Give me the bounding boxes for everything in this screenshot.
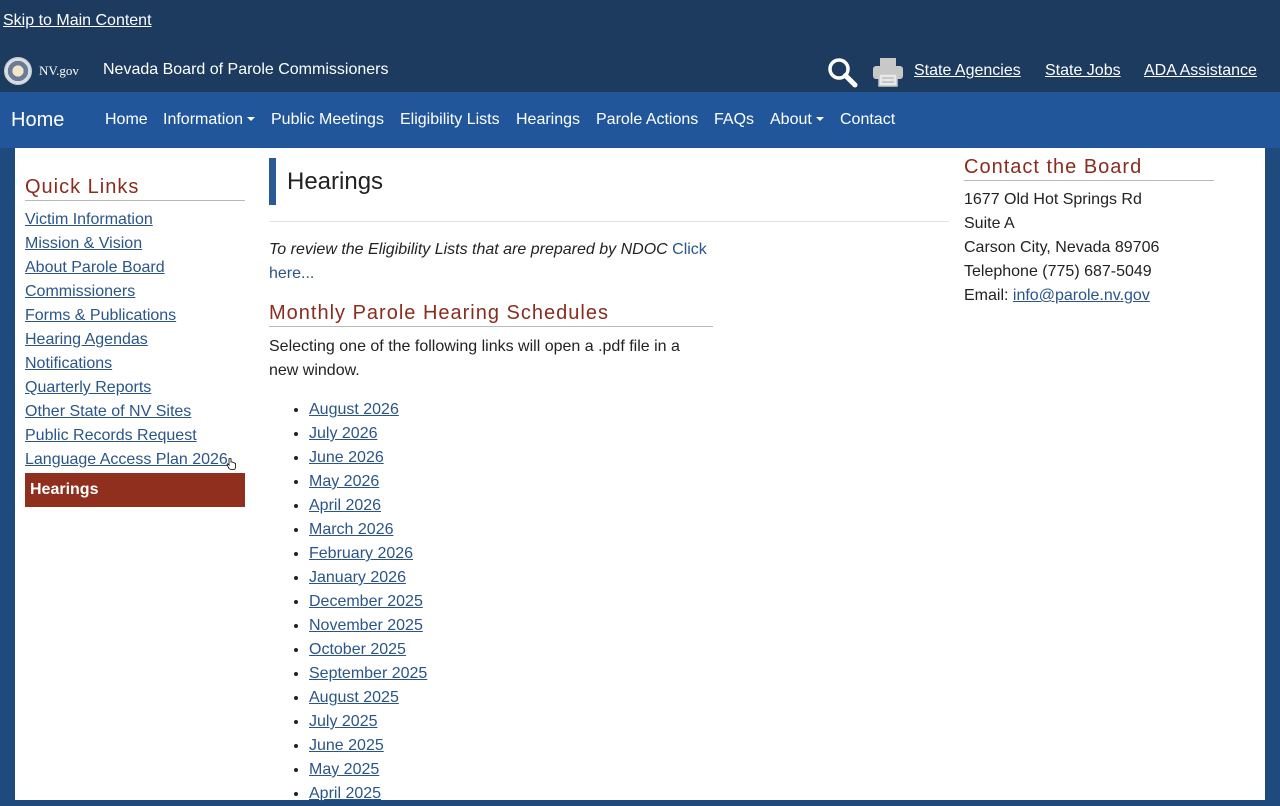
- schedule-link[interactable]: September 2025: [309, 665, 427, 682]
- contact-email-link[interactable]: info@parole.nv.gov: [1013, 287, 1150, 304]
- logo-text: NV.gov: [39, 63, 79, 78]
- list-item: April 2026: [309, 494, 427, 518]
- list-item: May 2025: [309, 758, 427, 782]
- title-divider: [269, 221, 949, 222]
- eligibility-intro: To review the Eligibility Lists that are…: [269, 238, 719, 286]
- schedule-link[interactable]: January 2026: [309, 569, 406, 586]
- schedules-description: Selecting one of the following links wil…: [269, 338, 680, 379]
- nav-faqs[interactable]: FAQs: [714, 111, 754, 129]
- nav-information-dropdown[interactable]: Information: [163, 111, 256, 129]
- nav-hearings[interactable]: Hearings: [516, 111, 580, 129]
- intro-text: To review the Eligibility Lists that are…: [269, 241, 673, 258]
- quick-link-victim-information[interactable]: Victim Information: [25, 211, 153, 229]
- quick-link-quarterly-reports[interactable]: Quarterly Reports: [25, 379, 151, 397]
- schedule-link[interactable]: February 2026: [309, 545, 413, 562]
- nevada-seal-icon: [4, 57, 32, 85]
- schedule-link[interactable]: May 2026: [309, 473, 379, 490]
- nv-gov-logo[interactable]: NV.gov: [4, 57, 79, 85]
- state-jobs-link[interactable]: State Jobs: [1045, 62, 1121, 80]
- quick-link-notifications[interactable]: Notifications: [25, 355, 112, 373]
- list-item: August 2026: [309, 398, 427, 422]
- contact-email-line: Email: info@parole.nv.gov: [964, 287, 1150, 305]
- quick-link-about-parole-board[interactable]: About Parole Board: [25, 259, 165, 277]
- schedule-link[interactable]: August 2025: [309, 689, 399, 706]
- contact-address-line2: Suite A: [964, 215, 1015, 232]
- schedule-link[interactable]: June 2025: [309, 737, 384, 754]
- schedule-link[interactable]: April 2026: [309, 497, 381, 514]
- list-item: May 2026: [309, 470, 427, 494]
- nav-contact[interactable]: Contact: [840, 111, 895, 129]
- list-item: December 2025: [309, 590, 427, 614]
- list-item: April 2025: [309, 782, 427, 806]
- schedule-link[interactable]: November 2025: [309, 617, 423, 634]
- list-item: March 2026: [309, 518, 427, 542]
- schedule-link[interactable]: July 2026: [309, 425, 378, 442]
- schedule-link[interactable]: December 2025: [309, 593, 423, 610]
- contact-city: Carson City, Nevada 89706: [964, 239, 1160, 256]
- schedule-link[interactable]: May 2025: [309, 761, 379, 778]
- quick-links-heading: Quick Links: [25, 176, 245, 201]
- ada-assistance-link[interactable]: ADA Assistance: [1144, 62, 1257, 80]
- quick-link-hearings-active[interactable]: Hearings: [25, 473, 245, 507]
- schedule-link[interactable]: March 2026: [309, 521, 394, 538]
- list-item: July 2026: [309, 422, 427, 446]
- contact-address-line1: 1677 Old Hot Springs Rd: [964, 191, 1142, 208]
- nav-about-label: About: [770, 111, 812, 128]
- nav-about-dropdown[interactable]: About: [770, 111, 824, 129]
- nav-public-meetings[interactable]: Public Meetings: [271, 111, 384, 129]
- contact-phone: Telephone (775) 687-5049: [964, 263, 1152, 280]
- nav-information-label: Information: [163, 111, 244, 128]
- quick-link-commissioners[interactable]: Commissioners: [25, 283, 135, 301]
- nav-home[interactable]: Home: [105, 111, 148, 129]
- quick-link-other-state-sites[interactable]: Other State of NV Sites: [25, 403, 191, 421]
- schedules-heading: Monthly Parole Hearing Schedules: [269, 302, 713, 327]
- print-icon[interactable]: [872, 57, 904, 87]
- contact-heading: Contact the Board: [964, 156, 1214, 181]
- list-item: February 2026: [309, 542, 427, 566]
- skip-to-main-content-link[interactable]: Skip to Main Content: [3, 12, 152, 30]
- schedule-link[interactable]: April 2025: [309, 785, 381, 802]
- quick-link-hearing-agendas[interactable]: Hearing Agendas: [25, 331, 148, 349]
- schedule-list: August 2026 July 2026 June 2026 May 2026…: [269, 398, 427, 806]
- list-item: June 2026: [309, 446, 427, 470]
- list-item: July 2025: [309, 710, 427, 734]
- list-item: November 2025: [309, 614, 427, 638]
- hand-cursor-icon: [226, 458, 236, 470]
- nav-brand-home[interactable]: Home: [11, 109, 64, 132]
- quick-link-public-records-request[interactable]: Public Records Request: [25, 427, 197, 445]
- caret-down-icon: [247, 117, 256, 121]
- list-item: August 2025: [309, 686, 427, 710]
- nav-parole-actions[interactable]: Parole Actions: [596, 111, 698, 129]
- page-title: Hearings: [287, 168, 384, 195]
- quick-link-forms-publications[interactable]: Forms & Publications: [25, 307, 176, 325]
- list-item: June 2025: [309, 734, 427, 758]
- list-item: January 2026: [309, 566, 427, 590]
- schedule-link[interactable]: August 2026: [309, 401, 399, 418]
- email-label: Email:: [964, 287, 1013, 304]
- schedule-link[interactable]: June 2026: [309, 449, 384, 466]
- agency-name[interactable]: Nevada Board of Parole Commissioners: [103, 61, 388, 79]
- nav-eligibility-lists[interactable]: Eligibility Lists: [400, 111, 500, 129]
- list-item: October 2025: [309, 638, 427, 662]
- search-icon[interactable]: [826, 56, 858, 88]
- caret-down-icon: [815, 117, 824, 121]
- quick-link-language-access-plan[interactable]: Language Access Plan 2026: [25, 451, 228, 469]
- schedule-link[interactable]: October 2025: [309, 641, 406, 658]
- title-accent-bar: [269, 158, 276, 205]
- schedule-link[interactable]: July 2025: [309, 713, 378, 730]
- list-item: September 2025: [309, 662, 427, 686]
- quick-link-mission-vision[interactable]: Mission & Vision: [25, 235, 142, 253]
- state-agencies-link[interactable]: State Agencies: [914, 62, 1021, 80]
